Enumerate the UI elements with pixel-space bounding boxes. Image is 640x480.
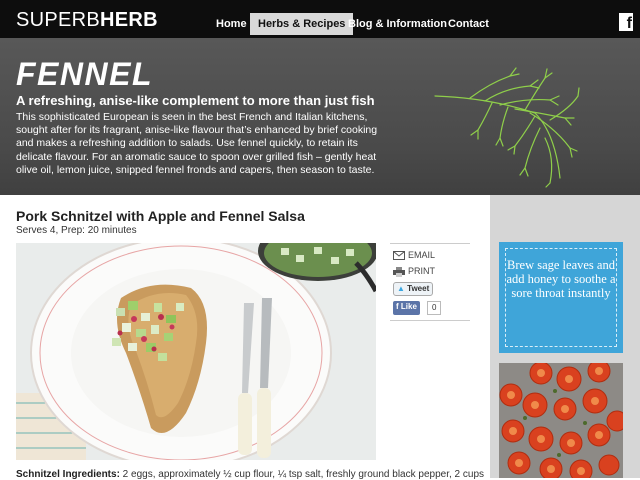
hero-subtitle: A refreshing, anise-like complement to m… (16, 93, 375, 108)
envelope-icon (393, 251, 405, 261)
nav-herbs-recipes[interactable]: Herbs & Recipes (250, 13, 354, 35)
like-label: Like (400, 302, 417, 311)
nav-home[interactable]: Home (208, 13, 255, 35)
ingredients-text: Schnitzel Ingredients: 2 eggs, approxima… (16, 469, 484, 480)
email-label: EMAIL (408, 250, 436, 260)
recipe-title: Pork Schnitzel with Apple and Fennel Sal… (16, 208, 305, 224)
site-logo[interactable]: SUPERBHERB (16, 9, 158, 32)
top-nav: SUPERBHERB Home Herbs & Recipes Blog & I… (0, 0, 640, 38)
ingredients-label: Schnitzel Ingredients: (16, 469, 120, 480)
email-link[interactable]: EMAIL (393, 250, 436, 261)
facebook-f-icon: f (396, 302, 399, 311)
hero-banner: FENNEL A refreshing, anise-like compleme… (0, 38, 640, 195)
herb-tip-card: Brew sage leaves and add honey to soothe… (499, 242, 623, 353)
tweet-label: Tweet (407, 284, 430, 293)
fennel-sprig-image (434, 67, 580, 188)
recipe-serves-prep: Serves 4, Prep: 20 minutes (16, 225, 137, 236)
nav-blog-information[interactable]: Blog & Information (340, 13, 455, 35)
hero-description: This sophisticated European is seen in t… (16, 111, 378, 176)
ingredients-list: 2 eggs, approximately ½ cup flour, ¼ tsp… (119, 469, 485, 480)
page-title: FENNEL (16, 56, 153, 92)
logo-light-text: SUPERB (16, 9, 101, 31)
printer-icon (393, 266, 405, 277)
print-link[interactable]: PRINT (393, 266, 435, 277)
tweet-button[interactable]: ▲ Tweet (393, 282, 434, 296)
herb-tip-text: Brew sage leaves and add honey to soothe… (505, 248, 617, 347)
like-count: 0 (427, 301, 442, 315)
facebook-like-button[interactable]: f Like (393, 301, 420, 315)
facebook-icon[interactable]: f (619, 13, 633, 31)
twitter-bird-icon: ▲ (397, 284, 405, 293)
logo-bold-text: HERB (100, 9, 158, 31)
share-tools: EMAIL PRINT ▲ Tweet f Like 0 (390, 243, 470, 321)
recipe-photo (16, 243, 376, 460)
print-label: PRINT (408, 266, 435, 276)
roasted-tomatoes-image[interactable] (499, 363, 623, 478)
nav-contact[interactable]: Contact (440, 13, 497, 35)
